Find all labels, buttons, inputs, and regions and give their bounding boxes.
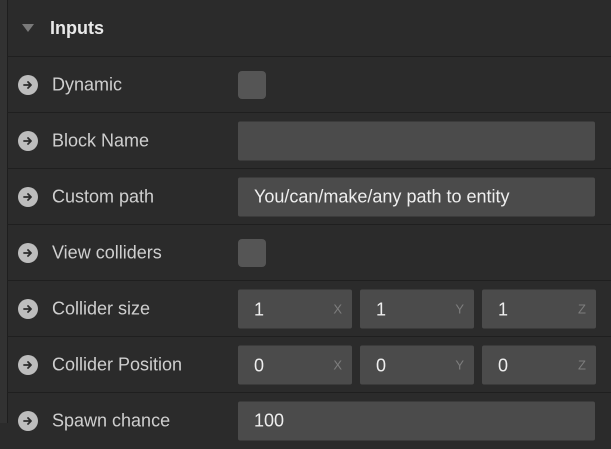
axis-label: X [333, 301, 342, 317]
triangle-down-icon[interactable] [22, 24, 34, 32]
vector-value: 0 [254, 355, 265, 376]
collider-position-x-field[interactable]: 0 X [238, 345, 352, 385]
collider-position-z-field[interactable]: 0 Z [482, 345, 596, 385]
input-row-dynamic: Dynamic [7, 56, 611, 113]
row-label: Custom path [52, 186, 155, 207]
vector-value: 0 [376, 355, 387, 376]
arrow-right-circle-icon [18, 355, 38, 375]
input-row-block-name: Block Name [7, 112, 611, 169]
vector-value: 1 [498, 299, 509, 320]
inputs-section-header[interactable]: Inputs [7, 0, 611, 56]
arrow-right-circle-icon [18, 243, 38, 263]
vector-value: 1 [376, 299, 387, 320]
collider-size-x-field[interactable]: 1 X [238, 289, 352, 329]
input-row-view-colliders: View colliders [7, 224, 611, 281]
collider-size-y-field[interactable]: 1 Y [360, 289, 474, 329]
row-label: Block Name [52, 130, 150, 151]
input-row-collider-position: Collider Position 0 X 0 Y 0 Z [7, 336, 611, 393]
arrow-right-circle-icon [18, 187, 38, 207]
axis-label: Y [455, 357, 464, 373]
section-title: Inputs [50, 17, 104, 38]
inspector-panel: Inputs Dynamic Block Name Custom path Yo… [0, 0, 611, 441]
row-label: Spawn chance [52, 410, 171, 431]
axis-label: Z [578, 357, 586, 373]
axis-label: Z [578, 301, 586, 317]
input-row-collider-size: Collider size 1 X 1 Y 1 Z [7, 280, 611, 337]
input-row-spawn-chance: Spawn chance 100 [7, 392, 611, 449]
axis-label: Y [455, 301, 464, 317]
row-label: View colliders [52, 242, 162, 263]
spawn-chance-field[interactable]: 100 [238, 401, 595, 441]
arrow-right-circle-icon [18, 75, 38, 95]
row-label: Dynamic [52, 74, 123, 95]
row-label: Collider size [52, 298, 151, 319]
collider-position-y-field[interactable]: 0 Y [360, 345, 474, 385]
view-colliders-checkbox[interactable] [238, 239, 266, 267]
input-row-custom-path: Custom path You/can/make/any path to ent… [7, 168, 611, 225]
arrow-right-circle-icon [18, 411, 38, 431]
row-label: Collider Position [52, 354, 183, 375]
arrow-right-circle-icon [18, 299, 38, 319]
vector-value: 1 [254, 299, 265, 320]
dynamic-checkbox[interactable] [238, 71, 266, 99]
block-name-field[interactable] [238, 121, 595, 161]
axis-label: X [333, 357, 342, 373]
vector-value: 0 [498, 355, 509, 376]
collider-size-z-field[interactable]: 1 Z [482, 289, 596, 329]
custom-path-field[interactable]: You/can/make/any path to entity [238, 177, 595, 217]
arrow-right-circle-icon [18, 131, 38, 151]
